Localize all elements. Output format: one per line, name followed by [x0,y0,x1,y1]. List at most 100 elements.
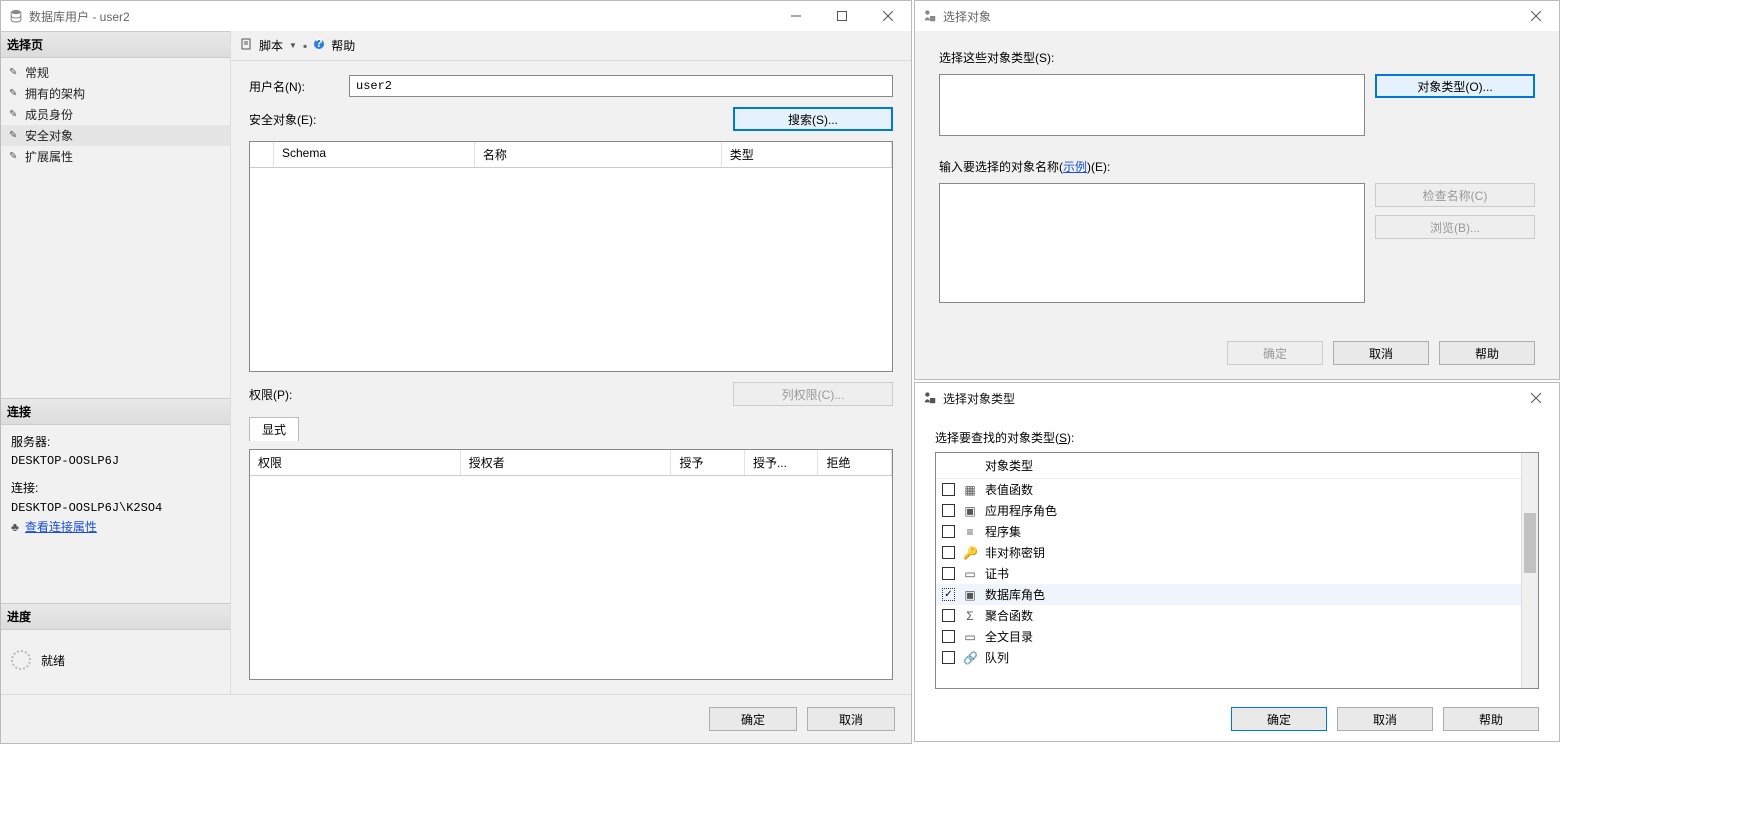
help-button[interactable]: 帮助 [1443,707,1539,731]
select-types-titlebar: 选择对象类型 [915,383,1559,413]
object-names-box[interactable] [939,183,1365,303]
perm-col-permission[interactable]: 权限 [250,450,461,475]
page-item-icon: ✎ [9,151,21,162]
object-type-checkbox[interactable] [942,525,955,538]
cancel-button[interactable]: 取消 [1333,341,1429,365]
types-list-header: 对象类型 [936,453,1521,479]
perm-col-deny[interactable]: 拒绝 [818,450,892,475]
cancel-button[interactable]: 取消 [807,707,895,731]
toolbar-separator: ▪ [303,39,307,53]
sidebar-page-item[interactable]: ✎安全对象 [1,125,230,146]
perm-col-grantor[interactable]: 授权者 [461,450,672,475]
sidebar-page-item[interactable]: ✎拥有的架构 [1,83,230,104]
server-label: 服务器: [11,433,220,452]
sidebar-page-label: 扩展属性 [25,148,73,165]
object-type-row[interactable]: ▭证书 [936,563,1521,584]
maximize-button[interactable] [819,1,865,31]
explicit-tab[interactable]: 显式 [249,417,299,441]
object-type-icon: ▭ [963,630,977,644]
progress-status: 就绪 [41,652,65,669]
object-type-label: 表值函数 [985,481,1033,498]
column-permissions-button[interactable]: 列权限(C)... [733,382,893,406]
object-type-label: 数据库角色 [985,586,1045,603]
view-connection-properties-link[interactable]: 查看连接属性 [25,518,97,537]
object-type-checkbox[interactable] [942,651,955,664]
username-input[interactable] [349,75,893,97]
object-type-row[interactable]: ▣应用程序角色 [936,500,1521,521]
select-objects-titlebar: 选择对象 [915,1,1559,31]
example-link[interactable]: 示例 [1063,160,1087,174]
username-label: 用户名(N): [249,78,339,95]
object-type-icon: ▣ [963,588,977,602]
object-type-checkbox[interactable] [942,504,955,517]
object-type-label: 非对称密钥 [985,544,1045,561]
sidebar-page-label: 成员身份 [25,106,73,123]
page-item-icon: ✎ [9,109,21,120]
content-toolbar: 脚本 ▼ ▪ ? 帮助 [231,31,911,61]
sidebar-page-label: 安全对象 [25,127,73,144]
object-type-icon: 🔑 [963,546,977,560]
connection-label: 连接: [11,479,220,498]
types-scrollbar[interactable] [1521,453,1538,688]
object-type-row[interactable]: ✓ ▣ 数据库角色 [936,584,1521,605]
cancel-button[interactable]: 取消 [1337,707,1433,731]
securables-col-schema[interactable]: Schema [274,142,475,167]
object-types-label: 选择这些对象类型(S): [939,49,1535,66]
close-button[interactable] [865,1,911,31]
object-type-label: 证书 [985,565,1009,582]
sidebar-page-item[interactable]: ✎常规 [1,62,230,83]
select-objects-title: 选择对象 [943,8,991,25]
object-type-checkbox[interactable] [942,630,955,643]
object-type-checkbox[interactable] [942,483,955,496]
object-type-row[interactable]: ≡程序集 [936,521,1521,542]
permissions-grid[interactable]: 权限 授权者 授予 授予... 拒绝 [249,449,893,680]
object-type-checkbox[interactable] [942,567,955,580]
securables-col-name[interactable]: 名称 [475,142,722,167]
connection-header: 连接 [1,398,230,425]
ok-button[interactable]: 确定 [1231,707,1327,731]
connection-value: DESKTOP-OOSLP6J\K2SO4 [11,499,220,518]
main-title: 数据库用户 - user2 [29,8,130,25]
object-types-list[interactable]: 对象类型 ▦表值函数▣应用程序角色≡程序集🔑非对称密钥▭证书✓▣数据库角色Σ聚合… [936,453,1521,688]
sidebar-page-item[interactable]: ✎ 扩展属性 [1,146,230,167]
securables-col-type[interactable]: 类型 [722,142,892,167]
search-button[interactable]: 搜索(S)... [733,107,893,131]
server-value: DESKTOP-OOSLP6J [11,452,220,471]
object-type-label: 全文目录 [985,628,1033,645]
object-type-row[interactable]: 🔗队列 [936,647,1521,668]
script-button[interactable]: 脚本 [259,37,283,54]
object-type-checkbox[interactable] [942,609,955,622]
objects-icon [923,9,937,23]
object-type-row[interactable]: ▦表值函数 [936,479,1521,500]
objects-icon [923,391,937,405]
ok-button[interactable]: 确定 [1227,341,1323,365]
object-types-button[interactable]: 对象类型(O)... [1375,74,1535,98]
object-type-icon: Σ [963,609,977,623]
check-names-button[interactable]: 检查名称(C) [1375,183,1535,207]
object-types-box[interactable] [939,74,1365,136]
main-titlebar: 数据库用户 - user2 [1,1,911,31]
help-icon: ? [313,38,325,53]
object-type-row[interactable]: ▭ 全文目录 [936,626,1521,647]
help-button[interactable]: 帮助 [1439,341,1535,365]
help-button[interactable]: 帮助 [331,37,355,54]
object-type-row[interactable]: Σ聚合函数 [936,605,1521,626]
connection-properties-icon: ♣ [11,518,19,537]
object-type-checkbox[interactable]: ✓ [942,588,955,601]
object-type-checkbox[interactable] [942,546,955,559]
object-type-icon: ≡ [963,525,977,539]
select-types-title: 选择对象类型 [943,390,1015,407]
ok-button[interactable]: 确定 [709,707,797,731]
securables-grid[interactable]: Schema 名称 类型 [249,141,893,372]
perm-col-grant[interactable]: 授予 [671,450,745,475]
minimize-button[interactable] [773,1,819,31]
sidebar-page-item[interactable]: ✎ 成员身份 [1,104,230,125]
object-type-icon: 🔗 [963,651,977,665]
progress-spinner-icon [11,650,31,670]
browse-button[interactable]: 浏览(B)... [1375,215,1535,239]
close-button[interactable] [1513,1,1559,31]
object-type-row[interactable]: 🔑 非对称密钥 [936,542,1521,563]
script-dropdown-arrow-icon[interactable]: ▼ [289,41,297,50]
close-button[interactable] [1513,383,1559,413]
perm-col-withgrant[interactable]: 授予... [745,450,819,475]
